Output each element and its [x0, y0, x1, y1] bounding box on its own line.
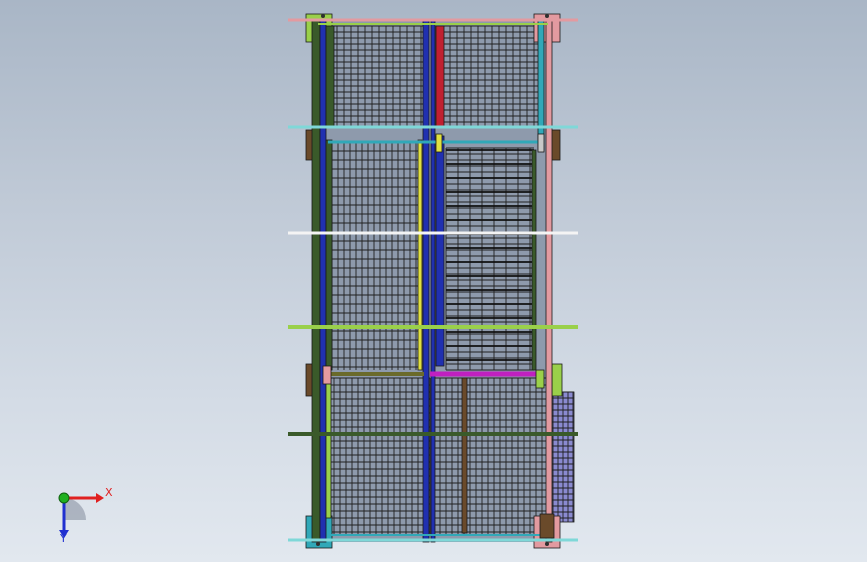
- left-upper-rail: [325, 25, 335, 129]
- center-spine-right: [430, 19, 436, 543]
- y-axis-label: Y: [59, 532, 67, 545]
- left-middle-rail: [325, 139, 333, 371]
- bottom-right-motor: [539, 513, 555, 539]
- right-conveyor-edge: [531, 149, 537, 371]
- center-yellow-strip: [417, 139, 423, 371]
- left-outer-post: [311, 19, 321, 543]
- bolt-icon: [316, 542, 320, 546]
- sensor-block-pink: [322, 365, 332, 385]
- sensor-block-grey: [537, 133, 545, 153]
- bolt-icon: [545, 14, 549, 18]
- sensor-block-yellow: [435, 133, 443, 153]
- x-axis-label: X: [105, 486, 113, 499]
- left-lower-rail: [325, 377, 332, 519]
- bolt-icon: [321, 14, 325, 18]
- center-drive-shaft: [461, 377, 468, 534]
- center-spine-left: [422, 19, 430, 543]
- right-outer-post: [545, 19, 553, 543]
- sensor-block-green: [535, 369, 545, 389]
- center-blue-rail: [435, 135, 445, 367]
- axis-triad: X Y: [40, 480, 120, 550]
- right-lower-bracket: [551, 363, 563, 397]
- x-arrow-icon: [96, 493, 104, 503]
- cad-viewport[interactable]: X Y: [0, 0, 867, 562]
- assembly-model[interactable]: [0, 0, 867, 562]
- bolt-icon: [545, 542, 549, 546]
- left-inner-post: [319, 19, 327, 543]
- right-inner-post: [537, 19, 545, 151]
- z-axis-dot-icon: [58, 492, 70, 504]
- center-red-rail: [435, 25, 445, 127]
